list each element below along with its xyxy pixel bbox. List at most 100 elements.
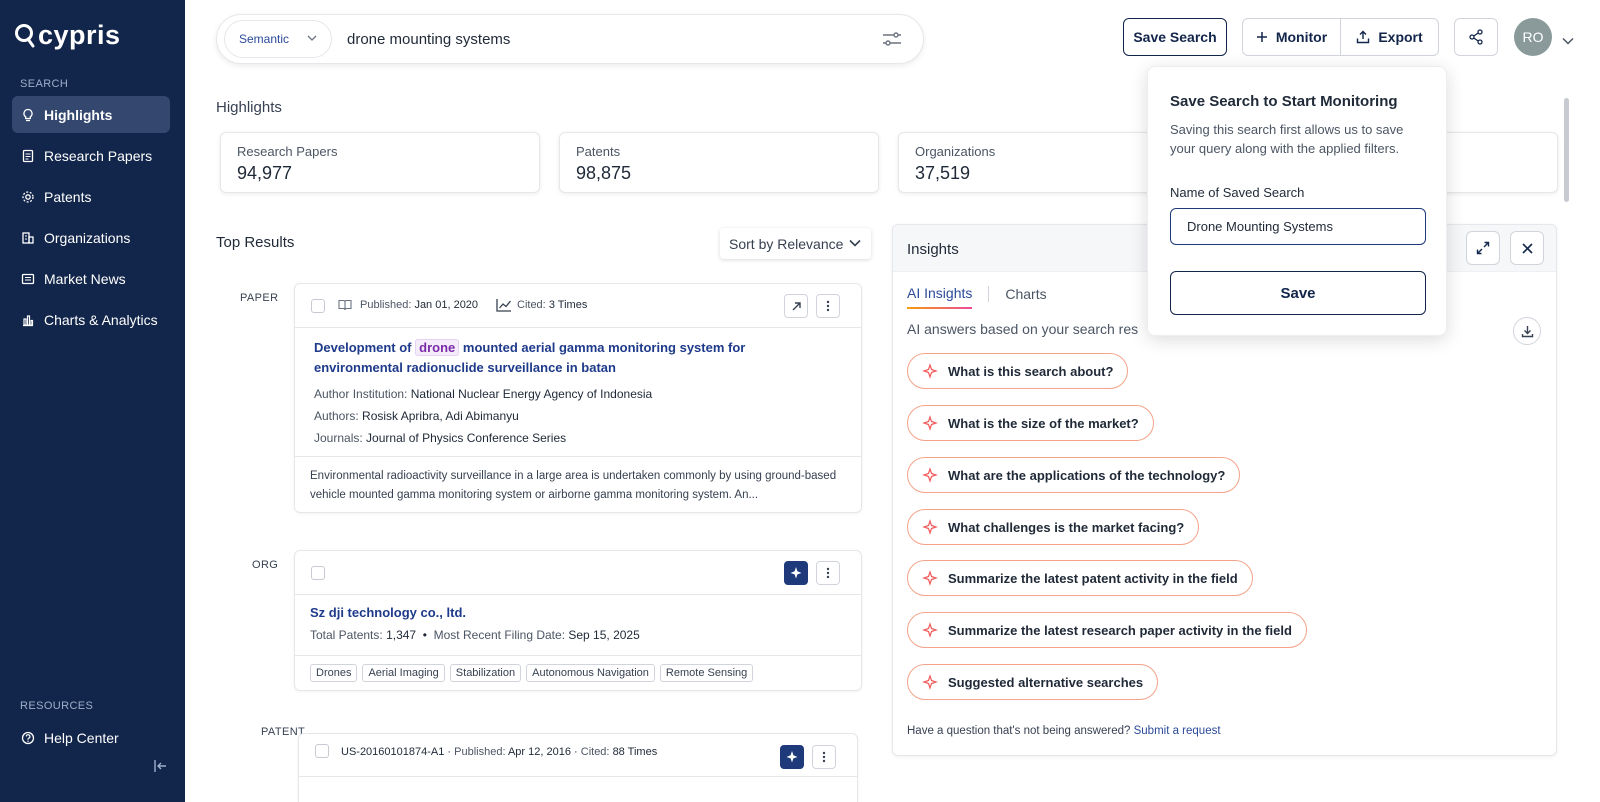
sparkle-icon [922,674,938,690]
patent-result-card: US-20160101874-A1 · Published: Apr 12, 2… [298,733,858,802]
sort-dropdown[interactable]: Sort by Relevance [720,228,871,259]
field-value: Sep 15, 2025 [568,628,640,642]
tab-separator [988,286,990,302]
stat-label: Patents [576,144,621,159]
insight-question-button[interactable]: Suggested alternative searches [907,664,1159,700]
tag[interactable]: Stabilization [449,664,522,682]
newspaper-icon [21,273,35,284]
published-key: Published: [454,746,506,758]
bar-chart-icon [23,314,34,326]
stat-card-research-papers[interactable]: Research Papers 94,977 [220,132,540,193]
close-icon [1521,242,1533,254]
insight-question-button[interactable]: Summarize the latest research paper acti… [907,612,1307,648]
popover-description: Saving this search first allows us to sa… [1170,122,1404,156]
sparkle-icon [922,570,938,586]
sidebar-item-label: Market News [44,270,126,287]
sparkle-icon [922,467,938,483]
more-options-button[interactable] [816,561,840,585]
insight-question-button[interactable]: What are the applications of the technol… [907,457,1241,493]
tab-ai-insights[interactable]: AI Insights [907,285,973,309]
sidebar-item-research-papers[interactable]: Research Papers [12,137,170,174]
published-date: Apr 12, 2016 [507,746,571,758]
export-button[interactable]: Export [1341,19,1438,55]
cited-count: 88 Times [612,746,658,758]
card-divider [299,776,857,777]
search-mode-label: Semantic [239,32,290,46]
author-institution-row: Author Institution: National Nuclear Ene… [314,383,652,405]
published-date: Jan 01, 2020 [414,299,479,311]
help-circle-icon [21,731,35,744]
chevron-down-icon [849,239,861,247]
ai-sparkle-button[interactable] [784,561,808,585]
expand-icon [1476,241,1490,255]
sidebar-nav: Highlights Research Papers Patents Organ… [12,96,170,342]
sidebar-section-search: SEARCH [20,78,69,90]
open-external-button[interactable] [784,294,808,318]
sidebar-item-organizations[interactable]: Organizations [12,219,170,256]
stat-card-patents[interactable]: Patents 98,875 [559,132,879,193]
chevron-down-icon[interactable] [1562,32,1574,50]
export-label: Export [1378,29,1423,45]
filter-icon[interactable] [881,29,903,54]
paper-select-checkbox[interactable] [311,299,325,313]
sparkle-icon [922,363,938,379]
insights-title: Insights [907,241,959,258]
sidebar-section-resources: RESOURCES [20,700,94,712]
insight-question-button[interactable]: Summarize the latest patent activity in … [907,560,1253,596]
submit-request-link[interactable]: Submit a request [1134,725,1221,737]
question-label: What is the size of the market? [948,415,1139,431]
tag[interactable]: Autonomous Navigation [526,664,655,682]
more-vertical-icon [822,751,826,763]
authors-row: Authors: Rosisk Apribra, Adi Abimanyu [314,405,652,427]
building-icon [22,231,34,244]
insight-question-button[interactable]: What is the size of the market? [907,405,1154,441]
download-icon [1521,325,1533,337]
search-term-highlight: drone [415,339,460,356]
org-name-link[interactable]: Sz dji technology co., ltd. [310,603,466,623]
save-search-button[interactable]: Save Search [1123,18,1227,56]
patent-select-checkbox[interactable] [315,744,329,758]
org-result-card: Sz dji technology co., ltd. Total Patent… [294,550,862,691]
tag[interactable]: Aerial Imaging [362,664,445,682]
org-tags: Drones Aerial Imaging Stabilization Autonom… [310,663,758,682]
saved-search-name-input[interactable] [1170,208,1426,245]
tag[interactable]: Drones [310,664,358,682]
sort-label: Sort by Relevance [729,235,844,252]
insights-tabs: AI Insights Charts [907,285,1047,309]
more-vertical-icon [826,567,830,579]
arrow-up-right-icon [792,301,801,310]
share-button[interactable] [1454,18,1498,56]
more-options-button[interactable] [812,745,836,769]
save-button[interactable]: Save [1170,271,1426,315]
search-mode-select[interactable]: Semantic [224,20,332,58]
sidebar-item-help-center[interactable]: Help Center [12,719,170,756]
org-select-checkbox[interactable] [311,566,325,580]
sidebar-item-market-news[interactable]: Market News [12,260,170,297]
sidebar-item-label: Research Papers [44,147,153,164]
tag[interactable]: Remote Sensing [659,664,754,682]
sidebar-item-highlights[interactable]: Highlights [12,96,170,133]
monitor-button[interactable]: Monitor [1243,19,1341,55]
sidebar: cypris SEARCH Highlights Research Papers… [0,0,185,802]
expand-button[interactable] [1466,231,1500,265]
ai-sparkle-button[interactable] [780,745,804,769]
cited-count: 3 Times [548,299,588,311]
download-button[interactable] [1513,317,1541,345]
avatar[interactable]: RO [1514,18,1552,56]
more-vertical-icon [826,300,830,312]
scrollbar[interactable] [1564,98,1569,202]
more-options-button[interactable] [816,294,840,318]
paper-title-link[interactable]: Development of drone mounted aerial gamm… [314,338,834,378]
brand-logo[interactable]: cypris [14,20,121,51]
search-input[interactable]: drone mounting systems [347,31,510,48]
insight-question-button[interactable]: What is this search about? [907,353,1129,389]
sidebar-item-patents[interactable]: Patents [12,178,170,215]
collapse-sidebar-icon[interactable] [153,759,169,778]
tab-charts[interactable]: Charts [1005,286,1046,308]
insight-question-button[interactable]: What challenges is the market facing? [907,509,1200,545]
field-value: National Nuclear Energy Agency of Indone… [410,387,653,401]
sidebar-item-charts-analytics[interactable]: Charts & Analytics [12,301,170,338]
close-button[interactable] [1510,231,1544,265]
journals-row: Journals: Journal of Physics Conference … [314,427,652,449]
sparkle-icon [790,567,802,579]
